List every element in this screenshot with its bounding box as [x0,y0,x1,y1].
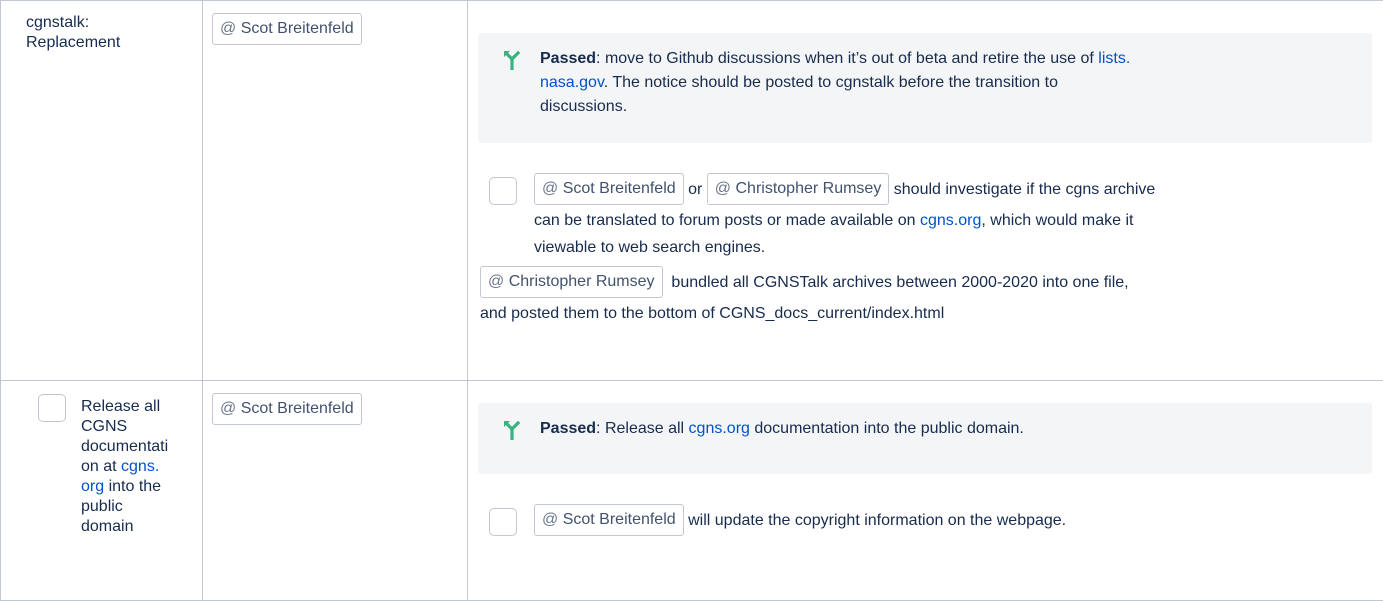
decision-text-part: discussions. [540,95,1354,119]
decision-text: Passed: Release all cgns.org documentati… [478,403,1372,441]
decision-text-part: . The notice should be posted to cgnstal… [604,74,1058,91]
mention-name: Scot Breitenfeld [241,400,354,417]
notes-cell: Passed: move to Github discussions when … [468,1,1383,381]
decision-text: Passed: move to Github discussions when … [478,33,1372,119]
link-cgns-org-cont[interactable]: org [81,478,104,495]
at-icon: @ [488,273,504,290]
task-item: @ Scot Breitenfeld or @ Christopher Rums… [468,175,1383,270]
task-checkbox[interactable] [489,508,517,536]
topic-cell: cgnstalk: Replacement [1,1,203,381]
at-icon: @ [220,400,236,417]
note-paragraph: @ Christopher Rumsey bundled all CGNSTal… [480,268,1383,327]
task-checkbox[interactable] [38,394,66,422]
link-cgns-org[interactable]: cgns. [121,458,159,475]
task-item: @ Scot Breitenfeld will update the copyr… [468,506,1383,542]
topic-line: CGNS [81,417,199,437]
at-icon: @ [715,180,731,197]
user-mention[interactable]: @ Christopher Rumsey [480,266,663,298]
mention-name: Scot Breitenfeld [563,511,676,528]
decision-label: Passed [540,50,596,67]
task-text: will update the copyright information on… [688,512,1066,529]
connector-text: or [688,181,702,198]
link-lists-nasa-gov[interactable]: lists. [1098,50,1130,67]
topic-line: Release all [81,397,199,417]
decision-text-part: : Release all [596,420,689,437]
topic-line: public [81,497,199,517]
link-cgns-org[interactable]: cgns.org [689,420,750,437]
mention-name: Christopher Rumsey [736,180,882,197]
decision-panel: Passed: Release all cgns.org documentati… [478,403,1372,474]
decision-text-part: : move to Github discussions when it’s o… [596,50,1098,67]
at-icon: @ [220,20,236,37]
mention-name: Scot Breitenfeld [563,180,676,197]
note-text: bundled all CGNSTalk archives between 20… [671,274,1128,291]
link-lists-nasa-gov-cont[interactable]: nasa.gov [540,74,604,91]
meeting-notes-table: cgnstalk: Replacement @ Scot Breitenfeld… [0,0,1383,601]
topic-line: documentati [81,437,199,457]
decision-branch-icon [503,50,521,78]
table-row: cgnstalk: Replacement @ Scot Breitenfeld… [1,1,1383,381]
user-mention[interactable]: @ Scot Breitenfeld [534,504,684,536]
decision-branch-icon [503,420,521,448]
owner-cell: @ Scot Breitenfeld [203,1,468,381]
owner-cell: @ Scot Breitenfeld [203,381,468,601]
task-text: should investigate if the cgns archive [894,181,1155,198]
decision-label: Passed [540,420,596,437]
decision-text-part: documentation into the public domain. [750,420,1024,437]
topic-line: into the [104,478,161,495]
user-mention[interactable]: @ Scot Breitenfeld [534,173,684,205]
topic-cell: Release all CGNS documentati on at cgns.… [1,381,203,601]
topic-line: cgnstalk: [26,13,192,33]
at-icon: @ [542,511,558,528]
note-text: and posted them to the bottom of CGNS_do… [480,300,1383,327]
task-text: viewable to web search engines. [534,234,1374,261]
task-text: , which would make it [981,212,1133,229]
topic-text: Release all CGNS documentati on at cgns.… [81,397,199,537]
task-text: can be translated to forum posts or made… [534,212,920,229]
user-mention[interactable]: @ Scot Breitenfeld [212,393,362,425]
topic-line: domain [81,517,199,537]
mention-name: Christopher Rumsey [509,273,655,290]
at-icon: @ [542,180,558,197]
user-mention[interactable]: @ Christopher Rumsey [707,173,890,205]
mention-name: Scot Breitenfeld [241,20,354,37]
user-mention[interactable]: @ Scot Breitenfeld [212,13,362,45]
notes-cell: Passed: Release all cgns.org documentati… [468,381,1383,601]
link-cgns-org[interactable]: cgns.org [920,212,981,229]
task-checkbox[interactable] [489,177,517,205]
topic-line: on at [81,458,121,475]
decision-panel: Passed: move to Github discussions when … [478,33,1372,143]
topic-line: Replacement [26,33,192,53]
topic-text: cgnstalk: Replacement [1,1,202,53]
table-row: Release all CGNS documentati on at cgns.… [1,381,1383,601]
